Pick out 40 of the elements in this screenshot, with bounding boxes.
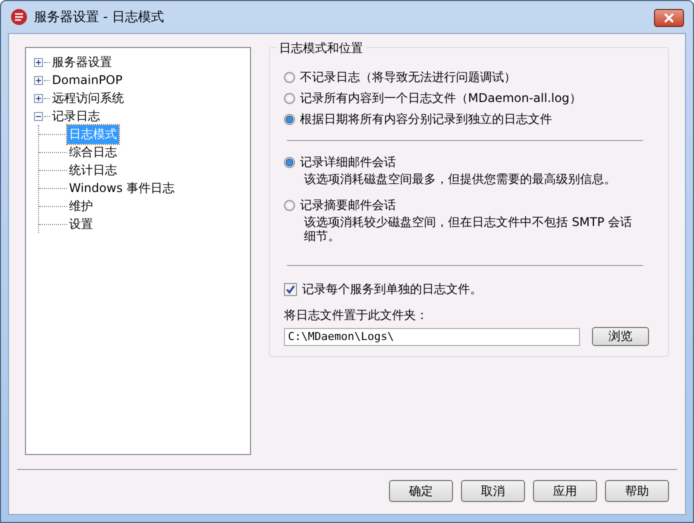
- radio-option[interactable]: 根据日期将所有内容分别记录到独立的日志文件: [284, 110, 654, 128]
- folder-path-field[interactable]: C:\MDaemon\Logs\: [284, 328, 580, 346]
- tree-item[interactable]: 统计日志: [67, 160, 119, 180]
- tree-item[interactable]: 记录日志: [50, 106, 102, 126]
- tree-item[interactable]: 维护: [67, 196, 95, 216]
- radio-button[interactable]: [284, 114, 295, 124]
- group-title: 日志模式和位置: [276, 40, 366, 57]
- radio-button[interactable]: [284, 92, 295, 104]
- dialog-button[interactable]: 帮助: [605, 480, 669, 502]
- collapse-icon[interactable]: [34, 112, 43, 120]
- radio-button[interactable]: [284, 72, 295, 82]
- tree-item[interactable]: Windows 事件日志: [67, 178, 176, 198]
- dialog-button[interactable]: 取消: [461, 480, 525, 502]
- radio-option[interactable]: 记录所有内容到一个日志文件（MDaemon-all.log）: [284, 89, 654, 107]
- field-label: 将日志文件置于此文件夹：: [284, 307, 429, 324]
- option-description: 该选项消耗较少磁盘空间，但在日志文件中不包括 SMTP 会话细节。: [304, 215, 634, 243]
- tree-item[interactable]: 设置: [67, 214, 95, 234]
- tree-item[interactable]: 远程访问系统: [50, 88, 126, 108]
- tree-item[interactable]: DomainPOP: [50, 72, 124, 88]
- expand-icon[interactable]: [34, 94, 43, 102]
- app-logo-icon: [10, 8, 28, 26]
- option-description: 该选项消耗磁盘空间最多，但提供您需要的最高级别信息。: [304, 172, 617, 186]
- tree-item[interactable]: 综合日志: [67, 142, 119, 162]
- radio-button[interactable]: [284, 156, 295, 168]
- radio-option[interactable]: 不记录日志（将导致无法进行问题调试）: [284, 68, 654, 86]
- dialog-button[interactable]: 应用: [533, 480, 597, 502]
- tree-item[interactable]: 服务器设置: [50, 52, 114, 72]
- radio-option[interactable]: 记录摘要邮件会话: [284, 196, 654, 214]
- close-icon: [664, 13, 674, 23]
- window-title: 服务器设置 - 日志模式: [34, 9, 164, 26]
- checkbox-option[interactable]: 记录每个服务到单独的日志文件。: [284, 280, 654, 298]
- radio-option[interactable]: 记录详细邮件会话: [284, 153, 654, 171]
- browse-button[interactable]: 浏览: [592, 327, 649, 346]
- radio-button[interactable]: [284, 200, 295, 210]
- checkmark-icon: [286, 284, 295, 294]
- expand-icon[interactable]: [34, 76, 43, 84]
- close-button[interactable]: [654, 9, 684, 27]
- expand-icon[interactable]: [34, 58, 43, 66]
- dialog-button[interactable]: 确定: [389, 480, 453, 502]
- checkbox[interactable]: [284, 282, 297, 296]
